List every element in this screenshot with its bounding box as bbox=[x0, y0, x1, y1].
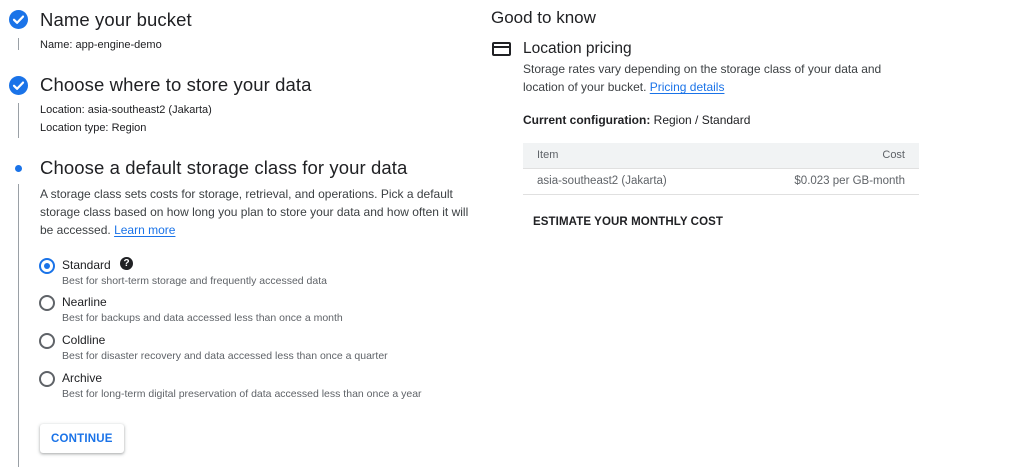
option-label-nearline[interactable]: Nearline bbox=[62, 295, 107, 309]
step-title-location[interactable]: Choose where to store your data bbox=[40, 74, 312, 96]
step-connector bbox=[18, 38, 19, 50]
table-header-row: Item Cost bbox=[523, 143, 919, 168]
panel-title: Good to know bbox=[491, 8, 596, 27]
continue-button[interactable]: CONTINUE bbox=[40, 424, 124, 453]
option-label-coldline[interactable]: Coldline bbox=[62, 333, 105, 347]
current-configuration: Current configuration: Region / Standard bbox=[523, 113, 751, 127]
step-connector bbox=[18, 103, 19, 138]
table-cell-item: asia-southeast2 (Jakarta) bbox=[523, 167, 734, 195]
estimate-monthly-cost-button[interactable]: ESTIMATE YOUR MONTHLY COST bbox=[533, 216, 723, 228]
location-summary: Location: asia-southeast2 (Jakarta) bbox=[40, 104, 212, 116]
help-icon[interactable]: ? bbox=[120, 257, 133, 270]
step-connector bbox=[18, 184, 19, 467]
radio-nearline[interactable] bbox=[39, 295, 55, 311]
option-desc-archive: Best for long-term digital preservation … bbox=[62, 388, 422, 400]
column-header-item: Item bbox=[523, 143, 734, 168]
learn-more-link[interactable]: Learn more bbox=[114, 223, 175, 237]
option-label-standard[interactable]: Standard bbox=[62, 258, 111, 272]
option-label-archive[interactable]: Archive bbox=[62, 371, 102, 385]
column-header-cost: Cost bbox=[733, 143, 919, 168]
step-title-storage-class: Choose a default storage class for your … bbox=[40, 157, 408, 178]
step-title-name-bucket[interactable]: Name your bucket bbox=[40, 9, 192, 31]
active-step-dot bbox=[15, 165, 22, 172]
pricing-details-link[interactable]: Pricing details bbox=[650, 80, 725, 94]
option-desc-standard: Best for short-term storage and frequent… bbox=[62, 275, 327, 287]
radio-archive[interactable] bbox=[39, 371, 55, 387]
check-circle-icon bbox=[9, 10, 28, 29]
table-row: asia-southeast2 (Jakarta) $0.023 per GB-… bbox=[523, 167, 919, 195]
location-type-summary: Location type: Region bbox=[40, 122, 147, 134]
check-circle-icon bbox=[9, 76, 28, 95]
location-pricing-heading: Location pricing bbox=[523, 40, 632, 57]
pricing-table: Item Cost asia-southeast2 (Jakarta) $0.0… bbox=[523, 143, 919, 195]
radio-standard[interactable] bbox=[39, 258, 55, 274]
credit-card-icon bbox=[492, 42, 511, 56]
bucket-name-summary: Name: app-engine-demo bbox=[40, 39, 162, 51]
table-cell-cost: $0.023 per GB-month bbox=[733, 167, 919, 195]
radio-coldline[interactable] bbox=[39, 333, 55, 349]
storage-class-description: A storage class sets costs for storage, … bbox=[40, 187, 469, 237]
pricing-description: Storage rates vary depending on the stor… bbox=[523, 62, 882, 94]
option-desc-nearline: Best for backups and data accessed less … bbox=[62, 312, 343, 324]
option-desc-coldline: Best for disaster recovery and data acce… bbox=[62, 350, 388, 362]
